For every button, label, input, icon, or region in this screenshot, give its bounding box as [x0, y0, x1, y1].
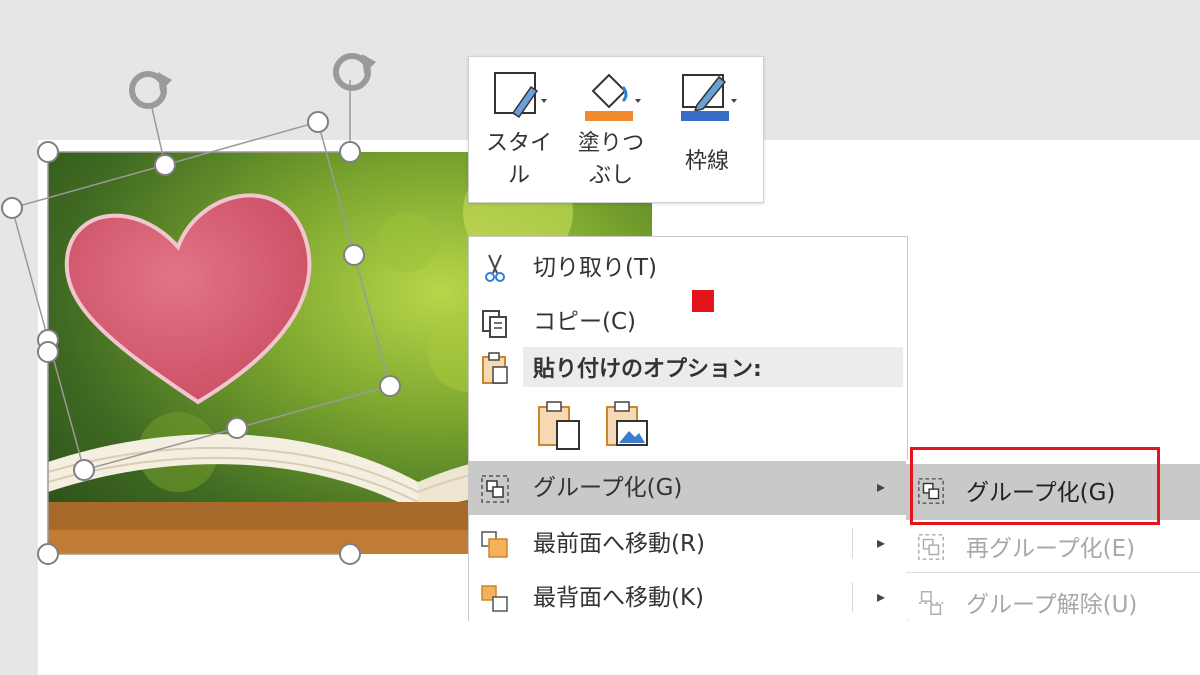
menu-item-group[interactable]: グループ化(G) ▸ [469, 461, 907, 515]
menu-item-send-to-back[interactable]: 最背面へ移動(K) ▸ [469, 571, 907, 625]
bring-to-front-icon [481, 531, 508, 558]
style-label-line2: ル [507, 163, 530, 188]
resize-handle[interactable] [73, 459, 95, 481]
resize-handle[interactable] [37, 341, 59, 363]
submenu-arrow-icon: ▸ [876, 533, 885, 552]
submenu-arrow-icon: ▸ [876, 477, 885, 496]
style-button[interactable]: スタイ ル [477, 63, 561, 195]
menu-item-copy[interactable]: コピー(C) [469, 295, 907, 349]
fill-button[interactable]: 塗りつ ぶし [569, 63, 653, 195]
submenu-item-ungroup: グループ解除(U) [906, 576, 1200, 632]
paste-clipboard-icon [538, 401, 580, 450]
submenu-arrow-icon: ▸ [876, 587, 885, 606]
style-label-line1: スタイ [485, 131, 552, 156]
editor-background-left [0, 0, 38, 675]
resize-handle[interactable] [1, 197, 23, 219]
menu-item-cut-label: 切り取り(T) [533, 255, 657, 281]
resize-handle[interactable] [37, 543, 59, 565]
paste-keep-source-button[interactable] [535, 399, 583, 451]
resize-handle[interactable] [154, 154, 176, 176]
paint-bucket-icon [585, 73, 641, 121]
resize-handle[interactable] [343, 244, 365, 266]
border-label: 枠線 [684, 149, 729, 174]
menu-item-group-label: グループ化(G) [533, 475, 683, 501]
send-to-back-icon [481, 585, 508, 612]
resize-handle[interactable] [226, 417, 248, 439]
resize-handle[interactable] [339, 543, 361, 565]
regroup-icon [918, 534, 944, 560]
paste-options-header-label: 貼り付けのオプション: [533, 357, 762, 382]
submenu-item-ungroup-label: グループ解除(U) [966, 592, 1138, 618]
submenu-item-regroup: 再グループ化(E) [906, 520, 1200, 576]
submenu-item-regroup-label: 再グループ化(E) [966, 536, 1136, 562]
resize-handle[interactable] [339, 141, 361, 163]
context-menu: 切り取り(T) コピー(C) 貼り付けのオプション: グループ化(G) ▸ 最前… [468, 236, 908, 621]
highlight-annotation-box [910, 447, 1160, 525]
group-icon [481, 475, 509, 503]
ungroup-icon [918, 591, 944, 615]
menu-item-copy-label: コピー(C) [533, 309, 637, 335]
menu-separator [852, 582, 853, 612]
menu-item-bring-to-front[interactable]: 最前面へ移動(R) ▸ [469, 517, 907, 571]
menu-item-cut[interactable]: 切り取り(T) [469, 241, 907, 295]
paste-picture-icon [606, 401, 648, 446]
paste-options-header: 貼り付けのオプション: [523, 347, 903, 387]
pen-outline-icon [681, 74, 737, 121]
menu-separator [852, 528, 853, 558]
fill-label-line1: 塗りつ [577, 131, 645, 156]
copy-icon [482, 310, 507, 338]
shape-style-icon [494, 72, 547, 119]
resize-handle[interactable] [307, 111, 329, 133]
fill-label-line2: ぶし [588, 163, 633, 188]
annotation-marker [692, 290, 714, 312]
paste-as-picture-button[interactable] [603, 399, 651, 451]
menu-item-send-to-back-label: 最背面へ移動(K) [533, 585, 705, 611]
resize-handle[interactable] [37, 141, 59, 163]
clipboard-icon [482, 352, 508, 384]
submenu-separator [906, 572, 1200, 573]
menu-item-bring-to-front-label: 最前面へ移動(R) [533, 531, 705, 557]
resize-handle[interactable] [379, 375, 401, 397]
scissors-icon [485, 254, 505, 282]
mini-toolbar: スタイ ル 塗りつ ぶし 枠線 [468, 56, 764, 203]
border-button[interactable]: 枠線 [665, 63, 749, 195]
